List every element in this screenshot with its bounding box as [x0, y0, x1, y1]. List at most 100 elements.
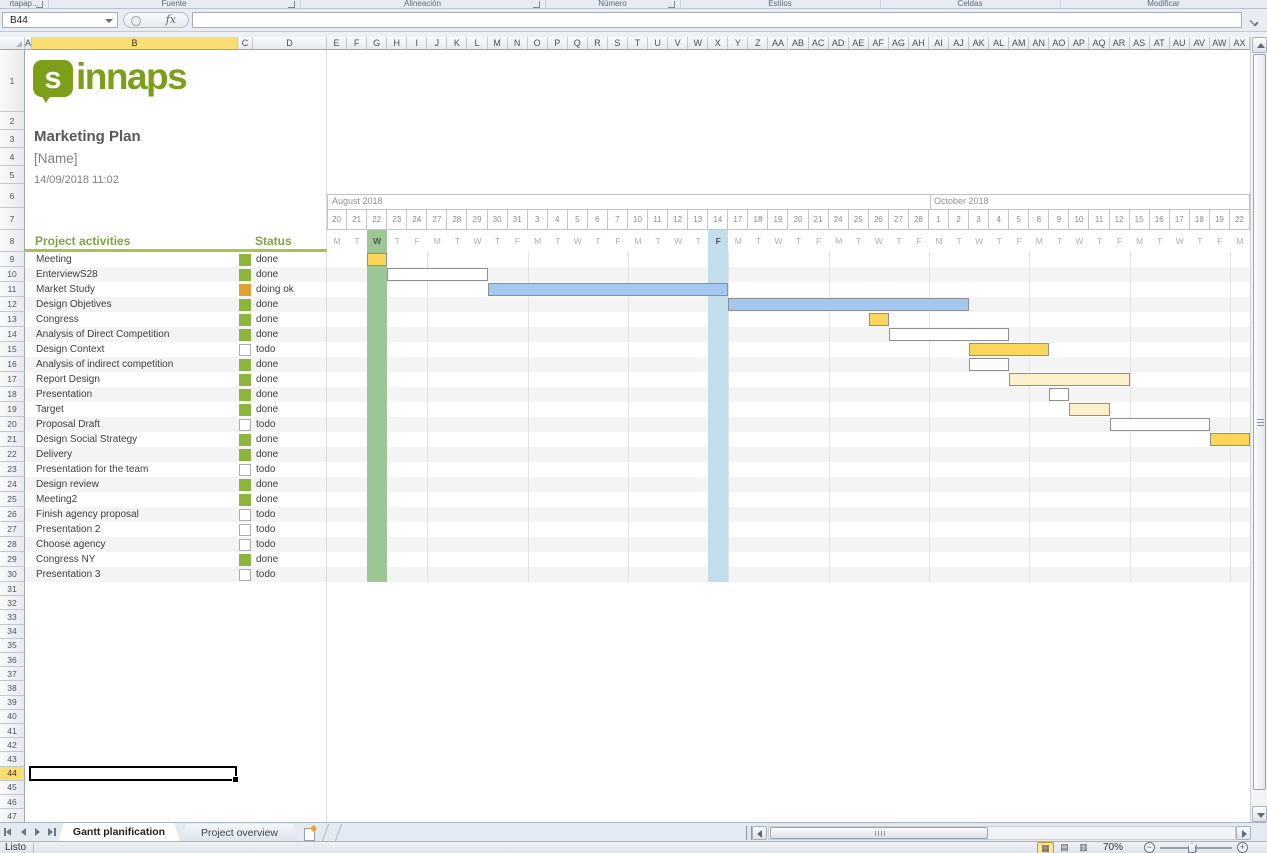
column-header-AS[interactable]: AS	[1130, 37, 1150, 50]
day-letter-cell[interactable]: T	[849, 230, 869, 252]
status-color-cell[interactable]	[239, 299, 251, 311]
sheet-grid[interactable]: 1234567891011121314151617181920212223242…	[0, 50, 1250, 822]
activity-name-cell[interactable]: Congress	[36, 312, 79, 327]
column-header-AC[interactable]: AC	[809, 37, 829, 50]
status-text-cell[interactable]: todo	[256, 522, 275, 537]
zoom-slider-thumb[interactable]	[1188, 843, 1196, 853]
day-letter-cell[interactable]: T	[1049, 230, 1069, 252]
ribbon-group-fuente[interactable]: Fuente	[48, 0, 301, 8]
column-header-A[interactable]: A	[25, 37, 32, 50]
row-header-3[interactable]: 3	[0, 130, 25, 148]
row-header-33[interactable]: 33	[0, 610, 25, 624]
activity-name-cell[interactable]: Proposal Draft	[36, 417, 100, 432]
day-number-cell[interactable]: 3	[528, 210, 548, 230]
ribbon-group-celdas[interactable]: Celdas	[880, 0, 1061, 8]
day-letter-cell[interactable]: M	[1029, 230, 1049, 252]
status-text-cell[interactable]: done	[256, 387, 278, 402]
day-number-cell[interactable]: 4	[989, 210, 1009, 230]
column-header-AP[interactable]: AP	[1069, 37, 1089, 50]
day-number-cell[interactable]: 11	[648, 210, 668, 230]
first-sheet-button[interactable]	[2, 827, 15, 839]
column-header-AU[interactable]: AU	[1170, 37, 1190, 50]
zoom-out-button[interactable]: −	[1144, 842, 1155, 853]
day-number-cell[interactable]: 23	[387, 210, 407, 230]
status-text-cell[interactable]: done	[256, 432, 278, 447]
day-number-cell[interactable]: 27	[427, 210, 447, 230]
day-letter-cell[interactable]: W	[969, 230, 989, 252]
activity-name-cell[interactable]: Design Objetives	[36, 297, 112, 312]
status-color-cell[interactable]	[239, 554, 251, 566]
dialog-launcher-icon[interactable]	[668, 1, 675, 8]
ribbon-group-rtapap[interactable]: rtapap...	[0, 0, 49, 8]
row-header-35[interactable]: 35	[0, 639, 25, 653]
column-header-AX[interactable]: AX	[1230, 37, 1250, 50]
selected-cell-b44[interactable]	[29, 766, 237, 781]
status-text-cell[interactable]: todo	[256, 417, 275, 432]
horizontal-scroll-thumb[interactable]	[770, 827, 988, 839]
column-header-C[interactable]: C	[238, 37, 253, 50]
column-header-M[interactable]: M	[488, 37, 508, 50]
column-header-K[interactable]: K	[447, 37, 467, 50]
day-number-cell[interactable]: 28	[909, 210, 929, 230]
day-number-cell[interactable]: 17	[728, 210, 748, 230]
row-header-46[interactable]: 46	[0, 795, 25, 809]
day-number-cell[interactable]: 30	[488, 210, 508, 230]
row-header-31[interactable]: 31	[0, 582, 25, 596]
status-color-cell[interactable]	[239, 494, 251, 506]
day-letter-cell[interactable]: T	[989, 230, 1009, 252]
day-letter-cell[interactable]: F	[407, 230, 427, 252]
column-header-AO[interactable]: AO	[1049, 37, 1069, 50]
column-header-AJ[interactable]: AJ	[949, 37, 969, 50]
formula-bar-expand-button[interactable]	[1246, 14, 1262, 27]
column-header-B[interactable]: B	[32, 37, 238, 50]
day-number-cell[interactable]: 12	[668, 210, 688, 230]
normal-view-button[interactable]: ▦	[1037, 842, 1054, 853]
activity-name-cell[interactable]: Meeting2	[36, 492, 77, 507]
day-number-cell[interactable]: 11	[1089, 210, 1109, 230]
insert-function-button[interactable]: fx	[123, 12, 189, 28]
row-header-37[interactable]: 37	[0, 667, 25, 681]
day-letter-cell[interactable]: T	[447, 230, 467, 252]
row-header-32[interactable]: 32	[0, 596, 25, 610]
status-color-cell[interactable]	[239, 314, 251, 326]
activity-name-cell[interactable]: Report Design	[36, 372, 100, 387]
status-color-cell[interactable]	[239, 434, 251, 446]
activity-name-cell[interactable]: Analysis of indirect competition	[36, 357, 173, 372]
day-letter-cell[interactable]: T	[588, 230, 608, 252]
day-number-cell[interactable]: 14	[708, 210, 728, 230]
row-header-44[interactable]: 44	[0, 767, 25, 781]
day-number-cell[interactable]: 10	[1069, 210, 1089, 230]
column-header-X[interactable]: X	[708, 37, 728, 50]
column-header-H[interactable]: H	[387, 37, 407, 50]
day-number-cell[interactable]: 18	[1190, 210, 1210, 230]
column-header-AM[interactable]: AM	[1009, 37, 1029, 50]
column-header-Q[interactable]: Q	[568, 37, 588, 50]
row-header-38[interactable]: 38	[0, 681, 25, 695]
day-letter-cell[interactable]: T	[789, 230, 809, 252]
day-letter-cell[interactable]: T	[688, 230, 708, 252]
day-letter-cell[interactable]: T	[1150, 230, 1170, 252]
name-box[interactable]: B44	[2, 12, 118, 28]
status-text-cell[interactable]: todo	[256, 567, 275, 582]
status-color-cell[interactable]	[239, 329, 251, 341]
column-header-Y[interactable]: Y	[728, 37, 748, 50]
column-header-W[interactable]: W	[688, 37, 708, 50]
column-header-T[interactable]: T	[628, 37, 648, 50]
status-color-cell[interactable]	[239, 524, 251, 536]
column-header-F[interactable]: F	[347, 37, 367, 50]
column-header-O[interactable]: O	[528, 37, 548, 50]
row-header-41[interactable]: 41	[0, 724, 25, 738]
status-color-cell[interactable]	[239, 464, 251, 476]
day-number-cell[interactable]: 8	[1029, 210, 1049, 230]
status-text-cell[interactable]: done	[256, 492, 278, 507]
page-layout-view-button[interactable]: ▤	[1056, 842, 1073, 853]
day-letter-cell[interactable]: M	[528, 230, 548, 252]
day-number-cell[interactable]: 9	[1049, 210, 1069, 230]
column-header-AQ[interactable]: AQ	[1089, 37, 1109, 50]
status-text-cell[interactable]: done	[256, 327, 278, 342]
status-color-cell[interactable]	[239, 539, 251, 551]
day-number-cell[interactable]: 15	[1130, 210, 1150, 230]
day-letter-cell[interactable]: T	[1089, 230, 1109, 252]
day-letter-cell[interactable]: M	[929, 230, 949, 252]
scroll-down-button[interactable]	[1252, 806, 1267, 822]
